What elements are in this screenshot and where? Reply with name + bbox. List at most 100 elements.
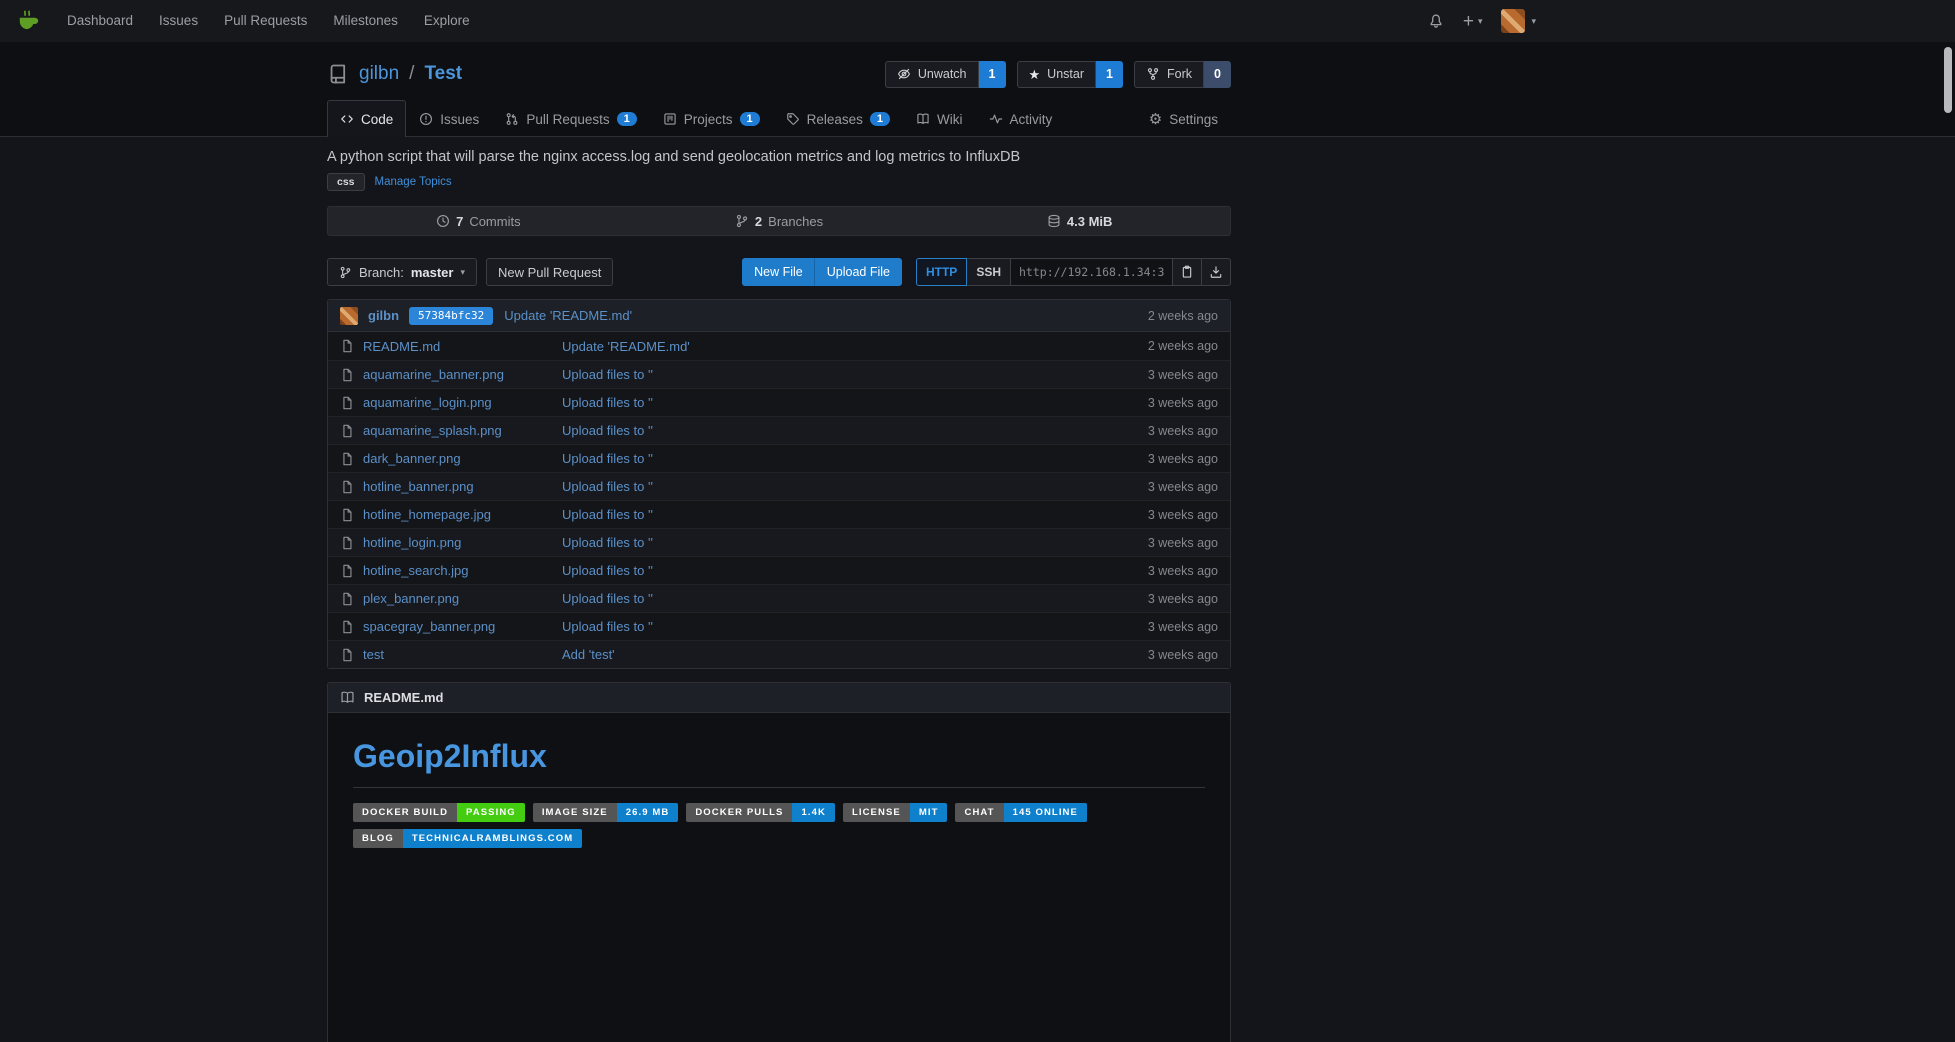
- file-commit-link[interactable]: Upload files to '': [562, 619, 653, 634]
- ssh-protocol-button[interactable]: SSH: [967, 258, 1011, 286]
- file-link[interactable]: aquamarine_splash.png: [363, 423, 502, 438]
- readme-badges-row-1: DOCKER BUILD PASSING IMAGE SIZE 26.9 MB …: [353, 803, 1205, 822]
- commit-sha-badge[interactable]: 57384bfc32: [409, 307, 493, 325]
- file-commit-link[interactable]: Upload files to '': [562, 591, 653, 606]
- readme-header: README.md: [328, 683, 1230, 713]
- new-file-button[interactable]: New File: [742, 258, 815, 286]
- table-row: README.md Update 'README.md' 2 weeks ago: [328, 332, 1230, 360]
- top-navbar: Dashboard Issues Pull Requests Milestone…: [0, 0, 1955, 42]
- clone-url-input[interactable]: [1011, 258, 1173, 286]
- repo-name-link[interactable]: Test: [424, 63, 462, 85]
- repo-description: A python script that will parse the ngin…: [327, 149, 1231, 165]
- file-commit-link[interactable]: Upload files to '': [562, 563, 653, 578]
- tab-issues[interactable]: Issues: [406, 100, 492, 137]
- readme-badges-row-2: BLOG TECHNICALRAMBLINGS.COM: [353, 829, 1205, 848]
- file-link[interactable]: dark_banner.png: [363, 451, 461, 466]
- new-pr-label: New Pull Request: [498, 265, 601, 280]
- copy-url-button[interactable]: [1173, 258, 1202, 286]
- file-commit-link[interactable]: Upload files to '': [562, 395, 653, 410]
- pulls-count-badge: 1: [617, 112, 637, 126]
- docker-build-badge[interactable]: DOCKER BUILD PASSING: [353, 803, 525, 822]
- file-link[interactable]: hotline_login.png: [363, 535, 461, 550]
- new-file-label: New File: [754, 265, 803, 279]
- repo-icon: [327, 63, 349, 85]
- file-icon: [340, 424, 354, 438]
- blog-badge[interactable]: BLOG TECHNICALRAMBLINGS.COM: [353, 829, 582, 848]
- eye-slash-icon: [897, 67, 911, 81]
- file-link[interactable]: hotline_homepage.jpg: [363, 507, 491, 522]
- stat-branches[interactable]: 2 Branches: [629, 207, 930, 235]
- tab-settings[interactable]: ⚙ Settings: [1136, 100, 1231, 137]
- create-new-button[interactable]: + ▾: [1463, 12, 1483, 31]
- tab-code[interactable]: Code: [327, 100, 406, 137]
- tab-releases[interactable]: Releases 1: [773, 100, 903, 137]
- topic-chip-css[interactable]: css: [327, 173, 365, 191]
- upload-file-button[interactable]: Upload File: [815, 258, 902, 286]
- image-size-badge[interactable]: IMAGE SIZE 26.9 MB: [533, 803, 679, 822]
- file-age: 3 weeks ago: [1148, 536, 1218, 550]
- file-commit-link[interactable]: Upload files to '': [562, 367, 653, 382]
- file-commit-link[interactable]: Add 'test': [562, 647, 615, 662]
- user-menu-button[interactable]: ▾: [1501, 9, 1536, 33]
- repo-tabs: Code Issues Pull Requests 1 Projects 1: [327, 100, 1231, 137]
- tab-wiki[interactable]: Wiki: [903, 100, 976, 137]
- file-link[interactable]: test: [363, 647, 384, 662]
- file-link[interactable]: README.md: [363, 339, 440, 354]
- unstar-button[interactable]: ★ Unstar: [1017, 61, 1096, 88]
- file-commit-link[interactable]: Upload files to '': [562, 451, 653, 466]
- tab-projects[interactable]: Projects 1: [650, 100, 773, 137]
- file-link[interactable]: aquamarine_banner.png: [363, 367, 504, 382]
- issue-icon: [419, 112, 433, 126]
- branch-icon: [735, 214, 749, 228]
- download-button[interactable]: [1202, 258, 1231, 286]
- book-icon: [916, 112, 930, 126]
- unwatch-label: Unwatch: [918, 67, 967, 81]
- nav-issues[interactable]: Issues: [146, 0, 211, 42]
- file-age: 3 weeks ago: [1148, 424, 1218, 438]
- tag-icon: [786, 112, 800, 126]
- scrollbar-thumb[interactable]: [1944, 47, 1952, 113]
- notifications-bell-icon[interactable]: [1428, 13, 1444, 29]
- nav-pull-requests[interactable]: Pull Requests: [211, 0, 320, 42]
- tab-pull-requests[interactable]: Pull Requests 1: [492, 100, 649, 137]
- file-link[interactable]: hotline_search.jpg: [363, 563, 469, 578]
- file-commit-link[interactable]: Update 'README.md': [562, 339, 690, 354]
- file-commit-link[interactable]: Upload files to '': [562, 507, 653, 522]
- stars-count[interactable]: 1: [1096, 61, 1123, 88]
- gitea-logo[interactable]: [16, 8, 42, 34]
- commit-author-link[interactable]: gilbn: [368, 308, 399, 323]
- new-pull-request-button[interactable]: New Pull Request: [486, 258, 613, 286]
- file-link[interactable]: hotline_banner.png: [363, 479, 474, 494]
- branches-count: 2: [755, 214, 762, 229]
- file-link[interactable]: aquamarine_login.png: [363, 395, 492, 410]
- user-avatar: [1501, 9, 1525, 33]
- table-row: aquamarine_splash.png Upload files to ''…: [328, 416, 1230, 444]
- file-link[interactable]: plex_banner.png: [363, 591, 459, 606]
- unwatch-button[interactable]: Unwatch: [885, 61, 979, 88]
- file-age: 3 weeks ago: [1148, 452, 1218, 466]
- manage-topics-link[interactable]: Manage Topics: [375, 176, 452, 188]
- file-commit-link[interactable]: Upload files to '': [562, 423, 653, 438]
- repo-owner-link[interactable]: gilbn: [359, 63, 399, 85]
- http-protocol-button[interactable]: HTTP: [916, 258, 967, 286]
- fork-button[interactable]: Fork: [1134, 61, 1204, 88]
- commit-message-link[interactable]: Update 'README.md': [504, 308, 632, 323]
- file-age: 3 weeks ago: [1148, 508, 1218, 522]
- nav-milestones[interactable]: Milestones: [320, 0, 411, 42]
- repo-title: gilbn / Test: [327, 63, 462, 85]
- nav-dashboard[interactable]: Dashboard: [54, 0, 146, 42]
- chat-badge[interactable]: CHAT 145 ONLINE: [955, 803, 1086, 822]
- docker-pulls-badge[interactable]: DOCKER PULLS 1.4K: [686, 803, 835, 822]
- file-table: gilbn 57384bfc32 Update 'README.md' 2 we…: [327, 299, 1231, 669]
- file-age: 3 weeks ago: [1148, 396, 1218, 410]
- watchers-count[interactable]: 1: [979, 61, 1006, 88]
- license-badge[interactable]: LICENSE MIT: [843, 803, 948, 822]
- file-link[interactable]: spacegray_banner.png: [363, 619, 495, 634]
- branch-selector[interactable]: Branch: master ▾: [327, 258, 477, 286]
- nav-explore[interactable]: Explore: [411, 0, 483, 42]
- tab-activity[interactable]: Activity: [976, 100, 1066, 137]
- file-commit-link[interactable]: Upload files to '': [562, 479, 653, 494]
- file-commit-link[interactable]: Upload files to '': [562, 535, 653, 550]
- forks-count[interactable]: 0: [1204, 61, 1231, 88]
- stat-commits[interactable]: 7 Commits: [328, 207, 629, 235]
